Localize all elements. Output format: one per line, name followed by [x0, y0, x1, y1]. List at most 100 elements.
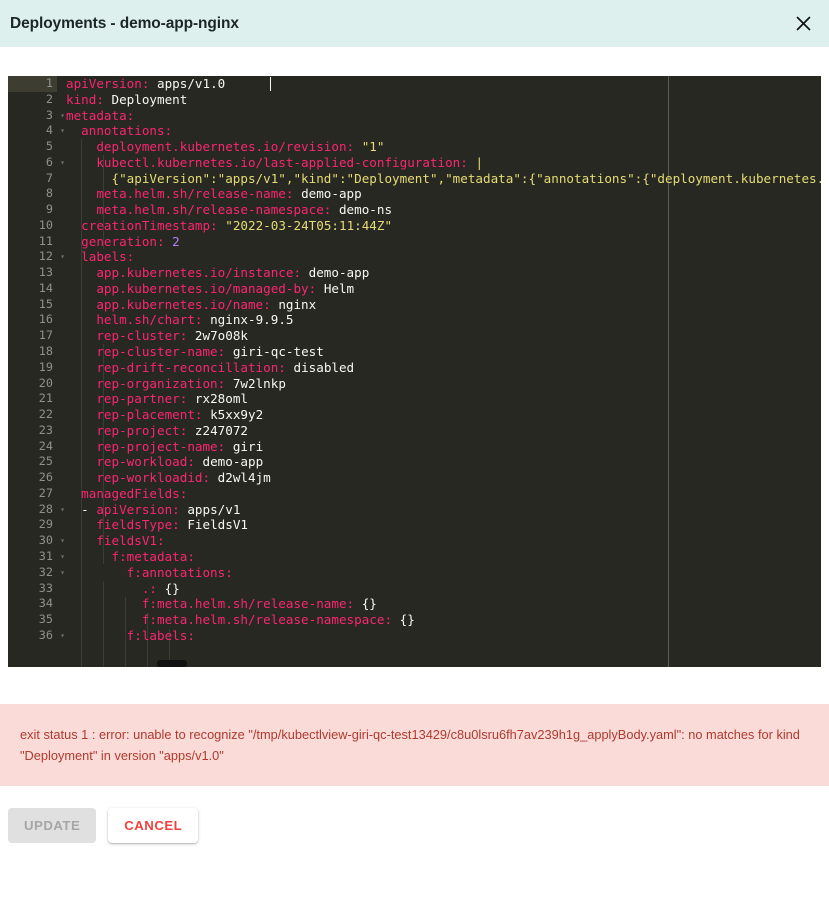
gutter-line-20[interactable]: 20: [8, 376, 57, 392]
code-line-18[interactable]: rep-cluster-name: giri-qc-test: [57, 344, 821, 360]
code-line-28[interactable]: - apiVersion: apps/v1: [57, 502, 821, 518]
code-line-30[interactable]: fieldsV1:: [57, 533, 821, 549]
close-button[interactable]: [788, 9, 818, 39]
gutter-line-10[interactable]: 10: [8, 218, 57, 234]
gutter-line-34[interactable]: 34: [8, 596, 57, 612]
code-token: deployment.kubernetes.io/revision:: [66, 139, 355, 155]
code-line-29[interactable]: fieldsType: FieldsV1: [57, 517, 821, 533]
fold-toggle-icon[interactable]: [58, 250, 67, 263]
gutter-line-32[interactable]: 32: [8, 565, 57, 581]
fold-toggle-icon[interactable]: [58, 534, 67, 547]
editor-horizontal-scrollbar[interactable]: [57, 660, 821, 667]
gutter-line-33[interactable]: 33: [8, 581, 57, 597]
code-line-16[interactable]: helm.sh/chart: nginx-9.9.5: [57, 312, 821, 328]
code-line-12[interactable]: labels:: [57, 249, 821, 265]
gutter-line-21[interactable]: 21: [8, 391, 57, 407]
gutter-line-2[interactable]: 2: [8, 92, 57, 108]
code-line-4[interactable]: annotations:: [57, 123, 821, 139]
code-token: fieldsType:: [66, 517, 180, 533]
code-line-26[interactable]: rep-workloadid: d2wl4jm: [57, 470, 821, 486]
gutter-line-36[interactable]: 36: [8, 628, 57, 644]
code-line-25[interactable]: rep-workload: demo-app: [57, 454, 821, 470]
gutter-line-16[interactable]: 16: [8, 312, 57, 328]
fold-toggle-icon[interactable]: [58, 109, 67, 122]
code-line-23[interactable]: rep-project: z247072: [57, 423, 821, 439]
code-line-20[interactable]: rep-organization: 7w2lnkp: [57, 376, 821, 392]
gutter-line-12[interactable]: 12: [8, 249, 57, 265]
code-line-13[interactable]: app.kubernetes.io/instance: demo-app: [57, 265, 821, 281]
gutter-line-17[interactable]: 17: [8, 328, 57, 344]
gutter-line-15[interactable]: 15: [8, 297, 57, 313]
code-token: rep-cluster-name:: [66, 344, 226, 360]
code-token: rep-project:: [66, 422, 188, 438]
code-line-32[interactable]: f:annotations:: [57, 565, 821, 581]
code-line-36[interactable]: f:labels:: [57, 628, 821, 644]
yaml-code-editor[interactable]: 1234567891011121314151617181920212223242…: [8, 76, 821, 667]
code-line-6[interactable]: kubectl.kubernetes.io/last-applied-confi…: [57, 155, 821, 171]
code-line-7[interactable]: {"apiVersion":"apps/v1","kind":"Deployme…: [57, 171, 821, 187]
gutter-line-4[interactable]: 4: [8, 123, 57, 139]
code-token: apps/v1: [187, 501, 241, 517]
code-line-17[interactable]: rep-cluster: 2w7o08k: [57, 328, 821, 344]
editor-code-area[interactable]: apiVersion: apps/v1.0 kind: Deployment met…: [57, 76, 821, 667]
gutter-line-18[interactable]: 18: [8, 344, 57, 360]
code-line-5[interactable]: deployment.kubernetes.io/revision: "1": [57, 139, 821, 155]
code-token: f:metadata:: [66, 548, 195, 564]
code-token: rx28oml: [194, 391, 248, 407]
gutter-line-5[interactable]: 5: [8, 139, 57, 155]
gutter-line-22[interactable]: 22: [8, 407, 57, 423]
gutter-line-19[interactable]: 19: [8, 360, 57, 376]
gutter-line-3[interactable]: 3: [8, 108, 57, 124]
fold-toggle-icon[interactable]: [58, 156, 67, 169]
code-line-34[interactable]: f:meta.helm.sh/release-name: {}: [57, 596, 821, 612]
fold-toggle-icon[interactable]: [58, 124, 67, 137]
gutter-line-11[interactable]: 11: [8, 234, 57, 250]
code-line-2[interactable]: kind: Deployment: [57, 92, 821, 108]
fold-toggle-icon[interactable]: [58, 503, 67, 516]
gutter-line-35[interactable]: 35: [8, 612, 57, 628]
gutter-line-26[interactable]: 26: [8, 470, 57, 486]
code-line-1[interactable]: apiVersion: apps/v1.0: [57, 76, 821, 92]
code-line-14[interactable]: app.kubernetes.io/managed-by: Helm: [57, 281, 821, 297]
gutter-line-23[interactable]: 23: [8, 423, 57, 439]
code-token: meta.helm.sh/release-namespace:: [66, 202, 332, 218]
gutter-line-24[interactable]: 24: [8, 439, 57, 455]
gutter-line-29[interactable]: 29: [8, 517, 57, 533]
code-line-33[interactable]: .: {}: [57, 581, 821, 597]
gutter-line-14[interactable]: 14: [8, 281, 57, 297]
code-line-15[interactable]: app.kubernetes.io/name: nginx: [57, 297, 821, 313]
gutter-line-9[interactable]: 9: [8, 202, 57, 218]
gutter-line-8[interactable]: 8: [8, 186, 57, 202]
gutter-line-30[interactable]: 30: [8, 533, 57, 549]
update-button[interactable]: UPDATE: [8, 808, 97, 843]
scrollbar-thumb[interactable]: [157, 660, 187, 667]
fold-toggle-icon[interactable]: [58, 566, 67, 579]
code-token: d2wl4jm: [217, 470, 271, 486]
code-line-21[interactable]: rep-partner: rx28oml: [57, 391, 821, 407]
fold-toggle-icon[interactable]: [58, 550, 67, 563]
code-line-9[interactable]: meta.helm.sh/release-namespace: demo-ns: [57, 202, 821, 218]
code-line-19[interactable]: rep-drift-reconcillation: disabled: [57, 360, 821, 376]
gutter-line-25[interactable]: 25: [8, 454, 57, 470]
code-line-31[interactable]: f:metadata:: [57, 549, 821, 565]
gutter-line-28[interactable]: 28: [8, 502, 57, 518]
cancel-button[interactable]: CANCEL: [108, 808, 199, 843]
code-line-35[interactable]: f:meta.helm.sh/release-namespace: {}: [57, 612, 821, 628]
gutter-line-1[interactable]: 1: [8, 76, 57, 92]
code-line-8[interactable]: meta.helm.sh/release-name: demo-app: [57, 186, 821, 202]
fold-toggle-icon[interactable]: [58, 629, 67, 642]
code-line-11[interactable]: generation: 2: [57, 234, 821, 250]
gutter-line-13[interactable]: 13: [8, 265, 57, 281]
gutter-line-27[interactable]: 27: [8, 486, 57, 502]
code-line-22[interactable]: rep-placement: k5xx9y2: [57, 407, 821, 423]
code-line-24[interactable]: rep-project-name: giri: [57, 439, 821, 455]
code-line-10[interactable]: creationTimestamp: "2022-03-24T05:11:44Z…: [57, 218, 821, 234]
gutter-line-7[interactable]: 7: [8, 171, 57, 187]
code-token: {"apiVersion":"apps/v1","kind":"Deployme…: [66, 170, 821, 186]
code-token: demo-app: [301, 186, 362, 202]
gutter-line-31[interactable]: 31: [8, 549, 57, 565]
code-line-27[interactable]: managedFields:: [57, 486, 821, 502]
gutter-line-6[interactable]: 6: [8, 155, 57, 171]
code-line-3[interactable]: metadata:: [57, 108, 821, 124]
